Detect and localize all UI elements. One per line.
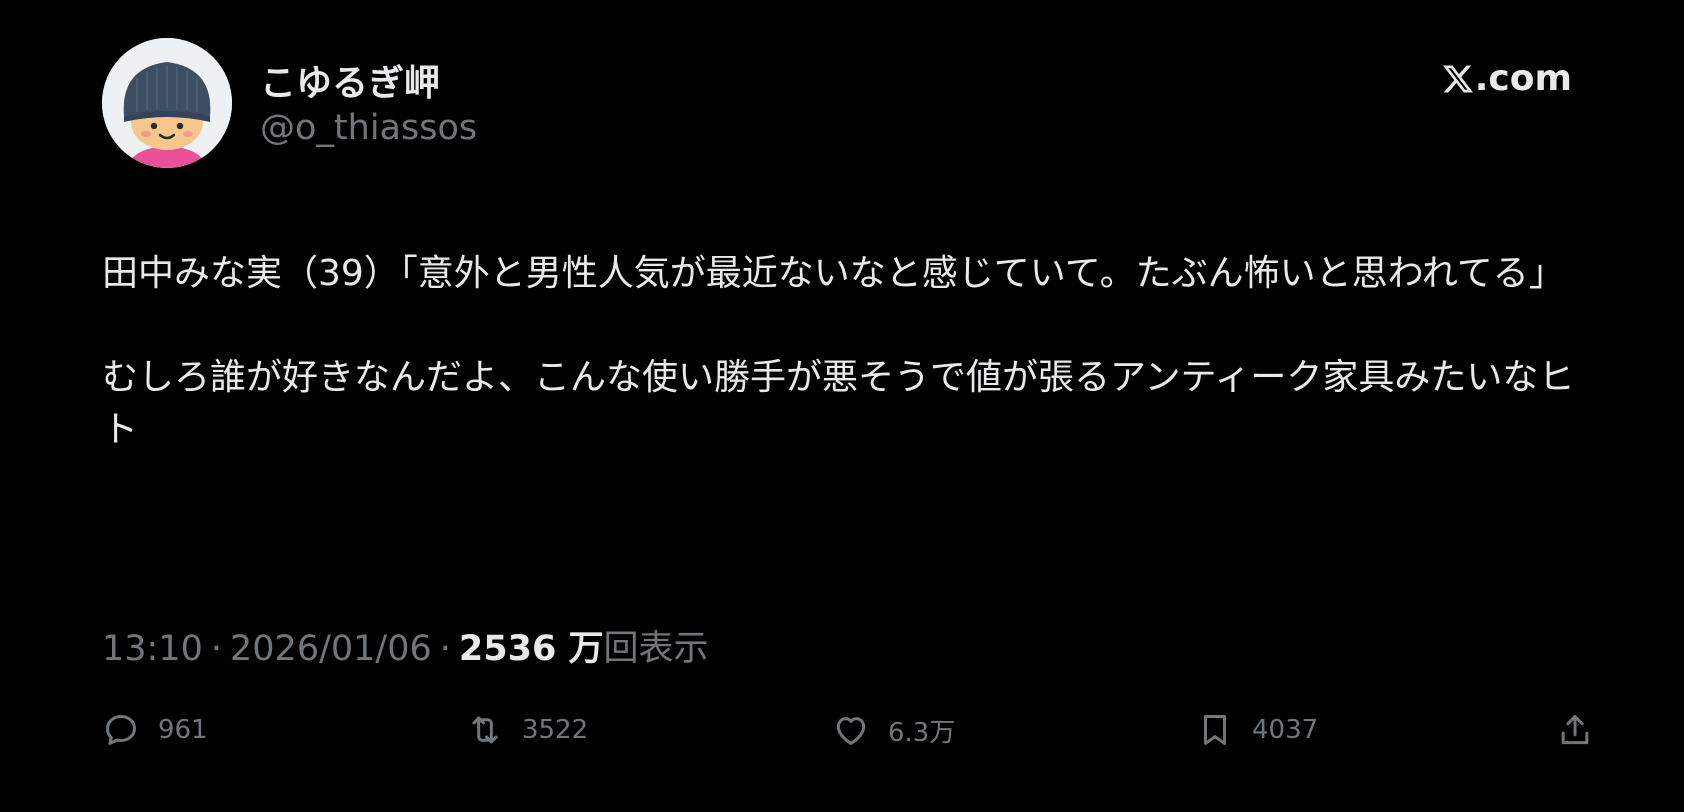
- heart-icon: [836, 717, 866, 745]
- repost-count: 3522: [522, 715, 589, 745]
- reply-count: 961: [158, 715, 208, 745]
- tweet-time[interactable]: 13:10: [102, 629, 203, 669]
- views-count[interactable]: 2536 万: [459, 620, 604, 671]
- avatar[interactable]: [102, 38, 232, 168]
- meta-separator: ·: [439, 629, 451, 669]
- user-handle[interactable]: @o_thiassos: [260, 108, 477, 148]
- reply-icon: [106, 715, 136, 745]
- tweet-date[interactable]: 2026/01/06: [230, 629, 432, 669]
- bookmark-button[interactable]: 4037: [1196, 700, 1318, 760]
- like-button[interactable]: 6.3万: [832, 700, 955, 760]
- brand-link[interactable]: .com: [1442, 58, 1572, 99]
- brand-text: .com: [1474, 58, 1572, 99]
- bookmark-icon: [1203, 715, 1227, 745]
- retweet-icon: [472, 716, 498, 744]
- reply-button[interactable]: 961: [102, 700, 208, 760]
- meta-separator: ·: [210, 629, 223, 669]
- tweet-text: 田中みな実（39）「意外と男性人気が最近ないなと感じていて。たぶん怖いと思われて…: [102, 248, 1592, 456]
- action-bar: 961 3522 6.3万 4037: [0, 700, 1684, 760]
- share-button[interactable]: [1556, 700, 1594, 760]
- tweet-meta: 13:10 · 2026/01/06 · 2536 万 回表示: [102, 620, 709, 671]
- like-count: 6.3万: [888, 717, 956, 748]
- bookmark-count: 4037: [1252, 715, 1319, 745]
- tweet-card: こゆるぎ岬 @o_thiassos .com 田中みな実（39）「意外と男性人気…: [0, 0, 1684, 812]
- tweet-paragraph: 田中みな実（39）「意外と男性人気が最近ないなと感じていて。たぶん怖いと思われて…: [102, 253, 1565, 294]
- tweet-paragraph: むしろ誰が好きなんだよ、こんな使い勝手が悪そうで値が張るアンティーク家具みたいな…: [102, 357, 1575, 450]
- repost-button[interactable]: 3522: [466, 700, 588, 760]
- x-logo-icon: [1442, 65, 1473, 92]
- avatar-illustration: [102, 38, 232, 168]
- views-label: 回表示: [603, 629, 709, 669]
- display-name[interactable]: こゆるぎ岬: [260, 54, 440, 106]
- share-icon: [1561, 715, 1589, 745]
